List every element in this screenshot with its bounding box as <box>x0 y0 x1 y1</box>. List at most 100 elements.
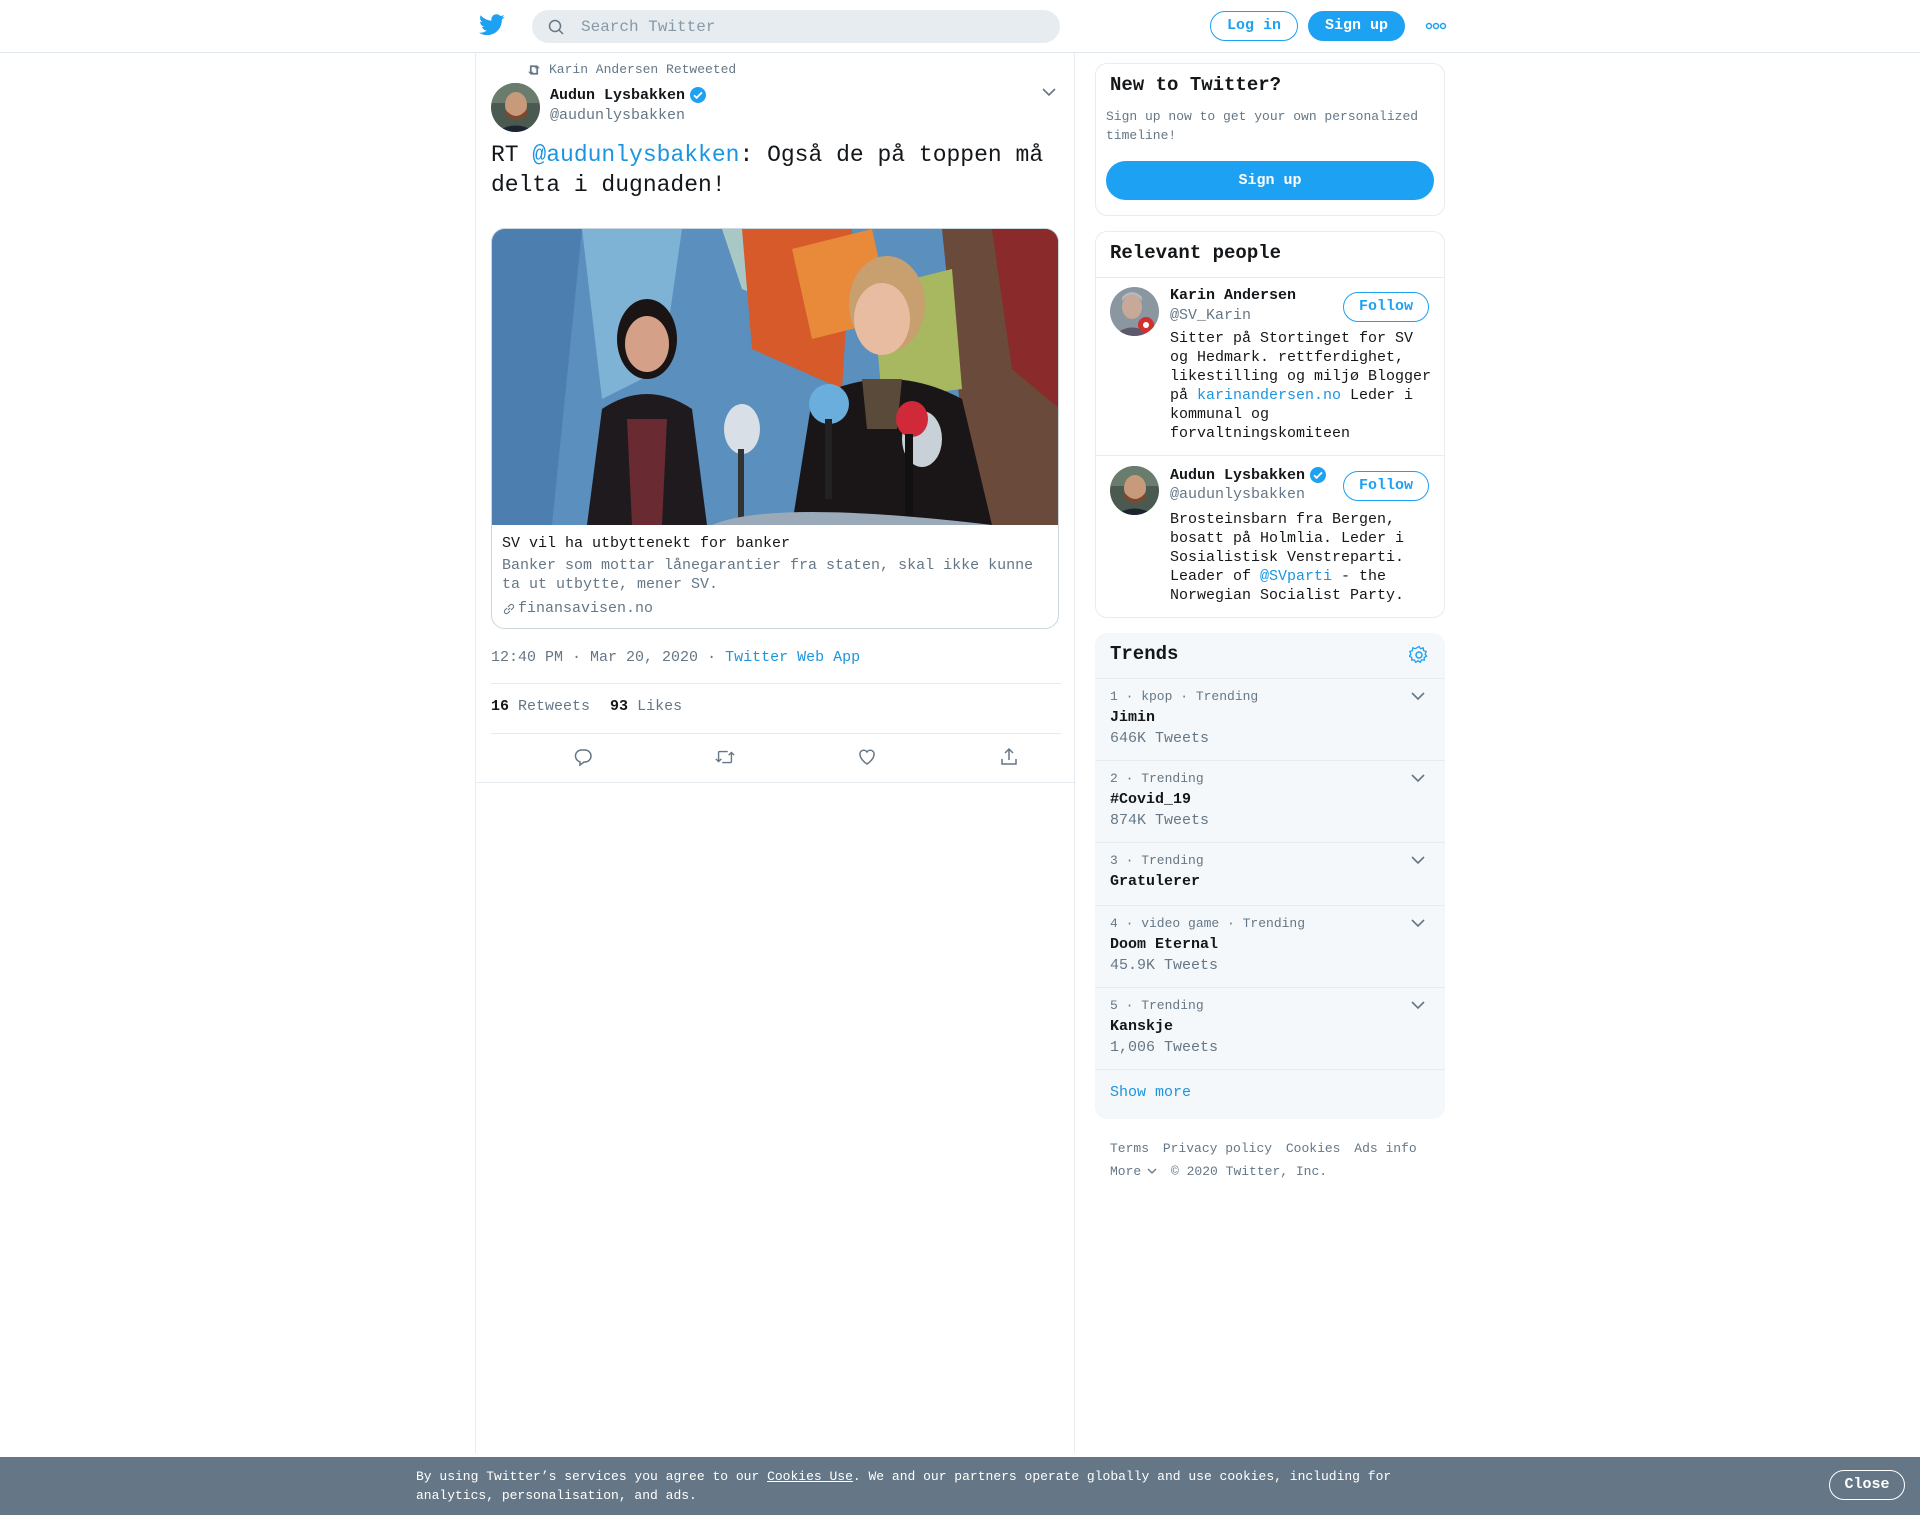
person-card[interactable]: Karin Andersen @SV_Karin Follow Sitter p… <box>1096 287 1444 447</box>
twitter-bird-logo-icon[interactable] <box>479 14 505 36</box>
cookie-banner: By using Twitter’s services you agree to… <box>0 1457 1920 1515</box>
retweet-icon <box>715 750 735 764</box>
person-name-row: Karin Andersen <box>1170 287 1296 304</box>
card-domain-text: finansavisen.no <box>518 600 654 617</box>
chevron-down-icon[interactable] <box>1411 1000 1425 1010</box>
trends-title: Trends <box>1110 643 1179 665</box>
card-description: Banker som mottar lånegarantier fra stat… <box>502 557 1034 593</box>
new-to-twitter-panel: New to Twitter? Sign up now to get your … <box>1095 63 1445 216</box>
chevron-down-icon <box>1147 1168 1157 1174</box>
heart-icon <box>859 749 875 765</box>
person-bio-link[interactable]: @SVparti <box>1260 568 1332 585</box>
search-input[interactable] <box>581 10 1041 43</box>
retweets-label: Retweets <box>518 698 591 715</box>
author-handle[interactable]: @audunlysbakken <box>550 107 707 124</box>
likes-count: 93 <box>610 698 629 715</box>
retweeted-by-text[interactable]: Karin Andersen Retweeted <box>549 62 736 77</box>
ads-info-link[interactable]: Ads info <box>1354 1141 1416 1156</box>
person-bio: Sitter på Stortinget for SV og Hedmark. … <box>1170 329 1432 443</box>
share-icon <box>1001 747 1017 765</box>
tweet-metadata: 12:40 PM · Mar 20, 2020 · Twitter Web Ap… <box>491 649 860 666</box>
trends-panel: Trends 1 · kpop · Trending Jimin 646K Tw… <box>1095 633 1445 1119</box>
author-name[interactable]: Audun Lysbakken <box>550 87 685 104</box>
tweet-timestamp[interactable]: 12:40 PM · Mar 20, 2020 <box>491 649 698 666</box>
close-cookie-banner-button[interactable]: Close <box>1829 1470 1905 1500</box>
signup-sidebar-button[interactable]: Sign up <box>1106 161 1434 200</box>
more-menu-label: More <box>1110 1164 1142 1179</box>
show-more-link[interactable]: Show more <box>1110 1084 1191 1101</box>
reply-icon <box>574 749 592 767</box>
person-card[interactable]: Audun Lysbakken @audunlysbakken Follow B… <box>1096 466 1444 606</box>
follow-button[interactable]: Follow <box>1343 471 1429 501</box>
trend-name: Gratulerer <box>1110 873 1201 890</box>
follow-button[interactable]: Follow <box>1343 292 1429 322</box>
retweets-stat[interactable]: 16 Retweets <box>491 698 590 715</box>
person-bio: Brosteinsbarn fra Bergen, bosatt på Holm… <box>1170 510 1432 605</box>
trend-item[interactable]: 2 · Trending #Covid_19 874K Tweets <box>1095 760 1445 842</box>
show-more-row: Show more <box>1095 1069 1445 1119</box>
chevron-down-icon[interactable] <box>1411 918 1425 928</box>
trend-item[interactable]: 5 · Trending Kanskje 1,006 Tweets <box>1095 987 1445 1069</box>
main-column: Karin Andersen Retweeted Audun Lysbakken… <box>475 53 1076 1453</box>
person-avatar-image <box>1110 466 1159 515</box>
divider <box>1096 455 1444 456</box>
chevron-down-icon[interactable] <box>1411 773 1425 783</box>
person-handle[interactable]: @audunlysbakken <box>1170 486 1305 503</box>
trend-item[interactable]: 1 · kpop · Trending Jimin 646K Tweets <box>1095 678 1445 760</box>
top-navigation-bar: Log in Sign up <box>0 0 1920 53</box>
like-button[interactable] <box>847 732 887 782</box>
trend-tweet-count: 646K Tweets <box>1110 730 1210 747</box>
trend-name: Jimin <box>1110 709 1156 726</box>
card-title: SV vil ha utbyttenekt for banker <box>502 535 791 552</box>
verified-badge-icon <box>690 87 707 103</box>
relevant-people-panel: Relevant people Karin Andersen @SV_Karin… <box>1095 231 1445 618</box>
person-name[interactable]: Karin Andersen <box>1170 287 1296 304</box>
privacy-link[interactable]: Privacy policy <box>1163 1141 1272 1156</box>
divider <box>1096 277 1444 278</box>
chevron-down-icon[interactable] <box>1411 855 1425 865</box>
search-bar[interactable] <box>532 10 1060 43</box>
cookies-use-link[interactable]: Cookies Use <box>767 1469 853 1484</box>
settings-gear-icon[interactable] <box>1409 645 1429 665</box>
retweets-count: 16 <box>491 698 510 715</box>
tweet-text-prefix: RT <box>491 142 533 168</box>
person-name[interactable]: Audun Lysbakken <box>1170 467 1305 484</box>
author-avatar[interactable] <box>491 83 540 132</box>
more-options-icon[interactable] <box>1425 21 1447 31</box>
trend-item[interactable]: 4 · video game · Trending Doom Eternal 4… <box>1095 905 1445 987</box>
tweet-text: RT @audunlysbakken: Også de på toppen må… <box>491 140 1061 200</box>
chevron-down-icon[interactable] <box>1411 691 1425 701</box>
person-handle[interactable]: @SV_Karin <box>1170 307 1251 324</box>
tweet-menu-chevron-icon[interactable] <box>1042 87 1056 97</box>
person-avatar[interactable] <box>1110 287 1159 336</box>
retweet-button[interactable] <box>705 732 745 782</box>
login-button[interactable]: Log in <box>1210 11 1298 41</box>
more-menu[interactable]: More <box>1110 1164 1157 1179</box>
share-button[interactable] <box>989 732 1029 782</box>
likes-label: Likes <box>637 698 683 715</box>
trend-item[interactable]: 3 · Trending Gratulerer <box>1095 842 1445 905</box>
likes-stat[interactable]: 93 Likes <box>610 698 682 715</box>
link-preview-card[interactable]: SV vil ha utbyttenekt for banker Banker … <box>491 228 1059 629</box>
trend-name: Doom Eternal <box>1110 936 1219 953</box>
trend-name: #Covid_19 <box>1110 791 1192 808</box>
tweet-mention-link[interactable]: @audunlysbakken <box>532 142 739 168</box>
terms-link[interactable]: Terms <box>1110 1141 1149 1156</box>
tweet-action-bar <box>476 732 1076 782</box>
trend-context: 1 · kpop · Trending <box>1110 689 1259 704</box>
person-bio-link[interactable]: karinandersen.no <box>1197 387 1341 404</box>
verified-badge-icon <box>1310 467 1327 483</box>
trend-context: 3 · Trending <box>1110 853 1204 868</box>
cookie-text-part: By using Twitter’s services you agree to… <box>416 1469 768 1484</box>
card-image <box>492 229 1058 525</box>
new-to-twitter-title: New to Twitter? <box>1110 74 1282 96</box>
signup-header-button[interactable]: Sign up <box>1308 11 1405 41</box>
copyright-text: © 2020 Twitter, Inc. <box>1171 1164 1328 1179</box>
trend-context: 4 · video game · Trending <box>1110 916 1306 931</box>
trend-tweet-count: 45.9K Tweets <box>1110 957 1219 974</box>
tweet-source-link[interactable]: Twitter Web App <box>725 649 860 666</box>
cookies-link[interactable]: Cookies <box>1286 1141 1341 1156</box>
reply-button[interactable] <box>563 732 603 782</box>
new-to-twitter-text: Sign up now to get your own personalized… <box>1106 109 1419 143</box>
person-avatar[interactable] <box>1110 466 1159 515</box>
